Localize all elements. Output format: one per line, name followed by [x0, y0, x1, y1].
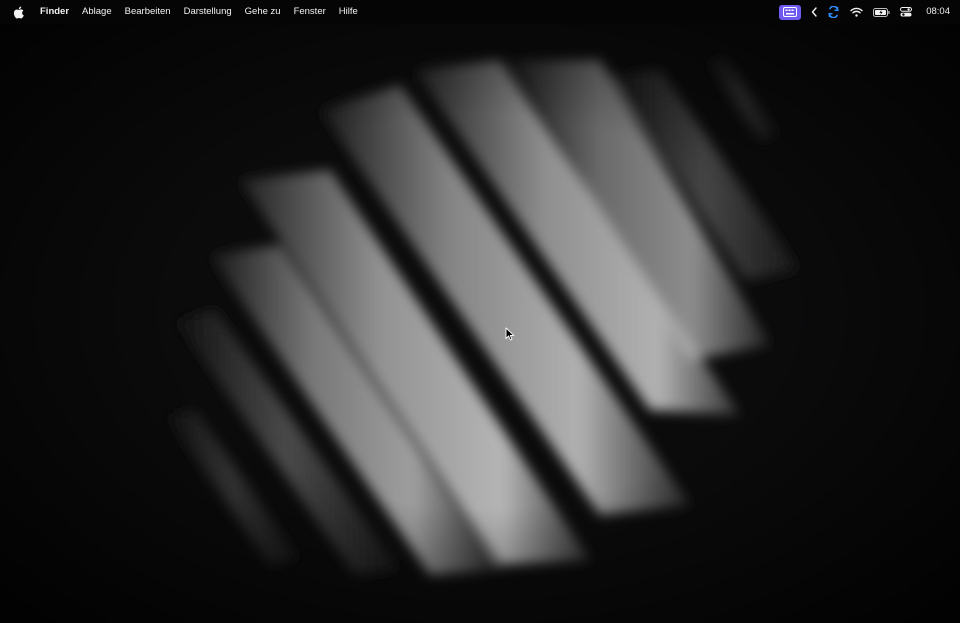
menu-bearbeiten[interactable]: Bearbeiten [118, 0, 177, 24]
menu-bar-clock[interactable]: 08:04 [926, 0, 950, 24]
menu-darstellung[interactable]: Darstellung [177, 0, 238, 24]
menu-bar: Finder Ablage Bearbeiten Darstellung Geh… [0, 0, 960, 24]
control-center-icon[interactable] [900, 0, 913, 24]
menu-bar-left: Finder Ablage Bearbeiten Darstellung Geh… [12, 0, 364, 24]
keyboard-viewer-icon[interactable] [779, 4, 802, 20]
arrow-cursor-icon [505, 327, 515, 341]
menu-app-name[interactable]: Finder [36, 0, 76, 24]
menu-fenster[interactable]: Fenster [287, 0, 332, 24]
wifi-icon[interactable] [850, 0, 863, 24]
menu-hilfe[interactable]: Hilfe [332, 0, 364, 24]
menu-gehe-zu[interactable]: Gehe zu [238, 0, 287, 24]
onedrive-sync-icon[interactable] [827, 0, 840, 24]
menu-bar-status-area: 08:04 [769, 0, 950, 24]
battery-icon[interactable] [873, 0, 890, 24]
chevron-left-icon[interactable] [811, 0, 817, 24]
desktop-screen: Finder Ablage Bearbeiten Darstellung Geh… [0, 0, 960, 623]
apple-icon[interactable] [12, 5, 24, 19]
desktop-wallpaper[interactable] [0, 0, 960, 623]
menu-ablage[interactable]: Ablage [76, 0, 119, 24]
